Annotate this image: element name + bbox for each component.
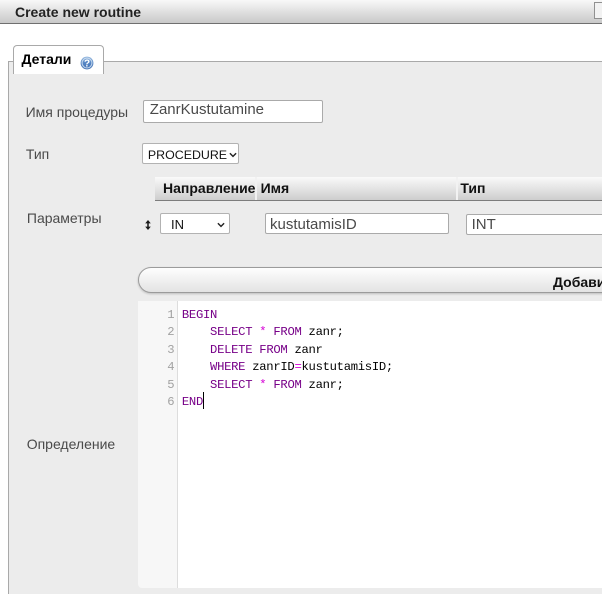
svg-text:?: ? [84, 58, 90, 69]
